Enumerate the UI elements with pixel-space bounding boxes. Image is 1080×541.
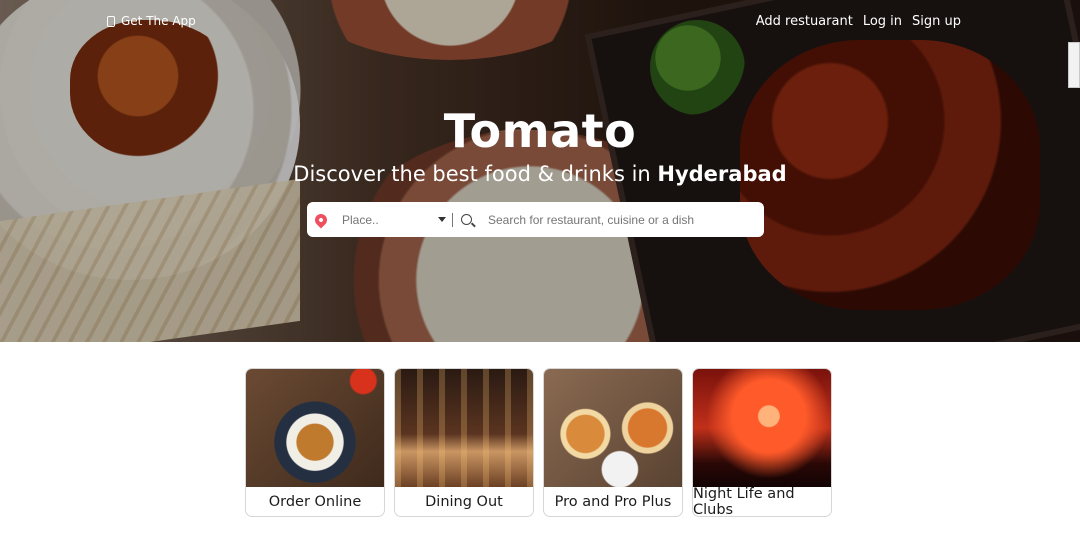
place-input[interactable]	[340, 211, 434, 228]
pro-image	[544, 369, 682, 487]
add-restaurant-link[interactable]: Add restuarant	[756, 14, 853, 29]
order-online-image	[246, 369, 384, 487]
nightlife-card[interactable]: Night Life and Clubs	[692, 368, 832, 517]
nightlife-image	[693, 369, 831, 487]
top-nav: Get The App Add restuarant Log in Sign u…	[0, 14, 1080, 34]
account-nav: Add restuarant Log in Sign up	[756, 14, 961, 29]
scrollbar-thumb[interactable]	[1068, 42, 1080, 88]
hero-tagline: Discover the best food & drinks in Hyder…	[0, 162, 1080, 186]
get-app-link[interactable]: Get The App	[107, 14, 196, 28]
hero-bread-image	[0, 178, 300, 342]
dining-out-card[interactable]: Dining Out	[394, 368, 534, 517]
login-link[interactable]: Log in	[863, 14, 902, 29]
search-input[interactable]	[486, 211, 764, 228]
search-divider	[452, 212, 453, 227]
card-label: Order Online	[268, 494, 362, 510]
location-pin-icon	[312, 211, 330, 228]
hero-parsley-image	[650, 20, 745, 115]
caret-down-icon[interactable]	[438, 217, 446, 222]
card-label: Pro and Pro Plus	[554, 494, 672, 510]
search-bar	[307, 202, 764, 237]
tagline-text: Discover the best food & drinks in	[293, 162, 658, 186]
phone-icon	[107, 15, 115, 27]
card-label: Dining Out	[425, 494, 503, 510]
get-app-label: Get The App	[121, 14, 196, 28]
dining-out-image	[395, 369, 533, 487]
card-label: Night Life and Clubs	[693, 486, 795, 517]
tagline-city: Hyderabad	[657, 162, 787, 186]
brand-title: Tomato	[443, 104, 637, 158]
category-cards: Order Online Dining Out Pro and Pro Plus…	[245, 368, 832, 517]
signup-link[interactable]: Sign up	[912, 14, 961, 29]
pro-card[interactable]: Pro and Pro Plus	[543, 368, 683, 517]
order-online-card[interactable]: Order Online	[245, 368, 385, 517]
search-icon	[461, 214, 472, 225]
